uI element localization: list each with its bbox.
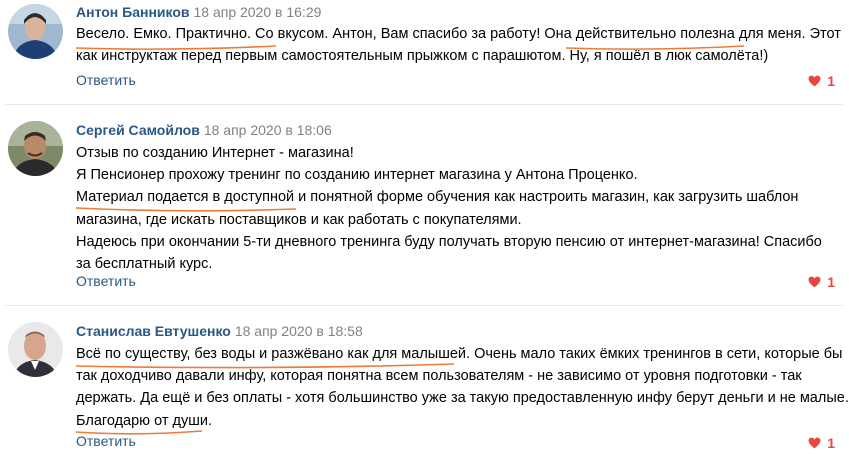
comment-line: Материал подается в доступной и понятной… — [76, 189, 799, 206]
comment-line: Я Пенсионер прохожу тренинг по созданию … — [76, 167, 638, 184]
heart-icon — [808, 276, 821, 288]
comment-line: Весело. Емко. Практично. Со вкусом. Анто… — [76, 26, 841, 42]
reply-link[interactable]: Ответить — [76, 273, 136, 289]
comment-date[interactable]: 18 апр 2020 в 18:06 — [204, 122, 332, 138]
comment-line: Отзыв по созданию Интернет - магазина! — [76, 145, 354, 161]
avatar[interactable] — [8, 4, 63, 59]
like-button[interactable]: 1 — [808, 73, 835, 89]
avatar[interactable] — [8, 322, 63, 377]
like-button[interactable]: 1 — [808, 274, 835, 290]
comment: Сергей Самойлов 18 апр 2020 в 18:06 Отзыв… — [0, 105, 849, 305]
comment-text: Всё по существу, без воды и разжёвано ка… — [76, 343, 849, 432]
like-button[interactable]: 1 — [808, 435, 835, 451]
comment-text: Отзыв по созданию Интернет - магазина! Я… — [76, 142, 836, 275]
comment-date[interactable]: 18 апр 2020 в 16:29 — [193, 4, 321, 20]
like-count: 1 — [827, 73, 835, 89]
comment-meta: Станислав Евтушенко 18 апр 2020 в 18:58 — [76, 323, 363, 339]
avatar[interactable] — [8, 121, 63, 176]
like-count: 1 — [827, 435, 835, 451]
like-count: 1 — [827, 274, 835, 290]
comment-line: Благодарю от души. — [76, 412, 212, 429]
comment-line: Всё по существу, без воды и разжёвано ка… — [76, 346, 843, 362]
comment: Станислав Евтушенко 18 апр 2020 в 18:58 В… — [0, 306, 849, 454]
comment-line: Надеюсь при окончании 5-ти дневного трен… — [76, 233, 822, 250]
comment-meta: Сергей Самойлов 18 апр 2020 в 18:06 — [76, 122, 332, 138]
heart-icon — [808, 75, 821, 87]
comment: Антон Банников 18 апр 2020 в 16:29 Весело… — [0, 0, 849, 104]
author-name[interactable]: Антон Банников — [76, 4, 189, 20]
reply-link[interactable]: Ответить — [76, 433, 136, 449]
comment-date[interactable]: 18 апр 2020 в 18:58 — [235, 323, 363, 339]
comment-line: держать. Да ещё и без оплаты - хотя боль… — [76, 390, 849, 407]
comment-line: так доходчиво давали инфу, которая понят… — [76, 368, 802, 385]
comment-text: Весело. Емко. Практично. Со вкусом. Анто… — [76, 23, 841, 67]
comment-meta: Антон Банников 18 апр 2020 в 16:29 — [76, 4, 321, 20]
comment-line: магазина, где искать поставщиков и как р… — [76, 211, 522, 228]
reply-link[interactable]: Ответить — [76, 72, 136, 88]
author-name[interactable]: Станислав Евтушенко — [76, 323, 231, 339]
comment-line: за бесплатный курс. — [76, 256, 213, 273]
heart-icon — [808, 437, 821, 449]
comment-line: как инструктаж перед первым самостоятель… — [76, 48, 769, 65]
author-name[interactable]: Сергей Самойлов — [76, 122, 200, 138]
